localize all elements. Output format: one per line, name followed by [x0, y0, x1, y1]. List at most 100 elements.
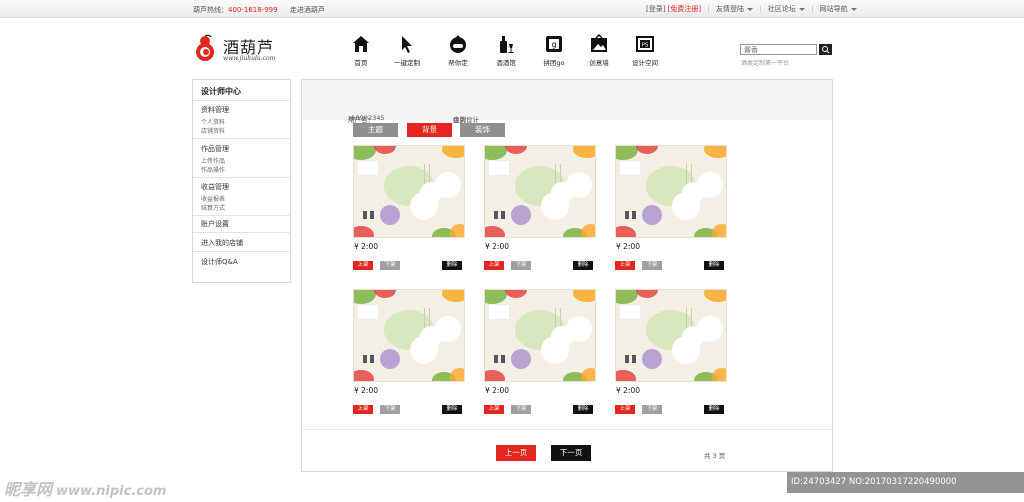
- list-button[interactable]: 上架: [484, 261, 504, 270]
- next-page-button[interactable]: 下一页: [551, 445, 591, 461]
- delete-button[interactable]: 删除: [442, 405, 462, 414]
- product-price: ¥ 2:00: [485, 386, 509, 395]
- username-value: zb0902345: [348, 114, 385, 122]
- svg-text:g: g: [551, 40, 556, 49]
- product-price: ¥ 2:00: [485, 242, 509, 251]
- delete-button[interactable]: 删除: [573, 261, 593, 270]
- unlist-button[interactable]: 下架: [380, 261, 400, 270]
- watermark-url: www.nipic.com: [56, 484, 167, 499]
- frame-icon: PS: [636, 36, 654, 52]
- sidebar-item-income-report[interactable]: 收益报表: [201, 194, 225, 203]
- product-card: ¥ 2:00 上架 下架 删除: [353, 289, 465, 414]
- delete-button[interactable]: 删除: [704, 261, 724, 270]
- divider: [302, 429, 832, 430]
- unlist-button[interactable]: 下架: [380, 405, 400, 414]
- brand-url: www.jiuhulu.com: [223, 55, 276, 62]
- nav-item-help[interactable]: 帮你定: [438, 34, 478, 67]
- hotline-number: 400-1618-999: [228, 6, 278, 14]
- chevron-down-icon: [747, 7, 753, 11]
- product-thumbnail[interactable]: [484, 289, 596, 382]
- divider: [193, 177, 290, 178]
- product-thumbnail[interactable]: [615, 289, 727, 382]
- divider: [193, 232, 290, 233]
- top-bar-left: 葫芦热线：400-1618-999 走进酒葫芦: [193, 5, 325, 15]
- search-input[interactable]: [740, 44, 817, 55]
- tab-background[interactable]: 背景: [407, 123, 452, 137]
- watermark-site: 昵享网: [4, 480, 53, 499]
- list-button[interactable]: 上架: [353, 405, 373, 414]
- about-link[interactable]: 走进酒葫芦: [290, 6, 325, 14]
- nav-label: 一键定制: [394, 59, 420, 67]
- product-thumbnail[interactable]: [484, 145, 596, 238]
- login-link[interactable]: [登录]: [646, 5, 665, 13]
- product-card: ¥ 2:00 上架 下架 删除: [615, 145, 727, 270]
- nav-item-space[interactable]: PS 设计空间: [625, 34, 665, 67]
- product-thumbnail[interactable]: [353, 145, 465, 238]
- nav-label: 帮你定: [448, 59, 468, 67]
- sidebar-item-qa[interactable]: 设计师Q&A: [201, 257, 238, 267]
- search-icon: [822, 46, 830, 54]
- nav-item-bar[interactable]: 酒酒馆: [486, 34, 526, 67]
- sidebar-item-my-shop[interactable]: 进入我的店铺: [201, 238, 243, 248]
- sidebar-group-income: 收益管理: [201, 183, 229, 191]
- divider: [193, 251, 290, 252]
- tab-theme[interactable]: 主题: [353, 123, 398, 137]
- delete-button[interactable]: 删除: [704, 405, 724, 414]
- nav-item-group[interactable]: g 拼团go: [534, 34, 574, 67]
- list-button[interactable]: 上架: [615, 405, 635, 414]
- sidebar-item-manage-works[interactable]: 作品操作: [201, 165, 225, 174]
- sidebar-item-settlement[interactable]: 结算方式: [201, 203, 225, 212]
- nav-item-custom[interactable]: 一键定制: [387, 34, 427, 67]
- product-card: ¥ 2:00 上架 下架 删除: [484, 289, 596, 414]
- nav-label: 拼团go: [543, 59, 565, 67]
- sidebar-item-account[interactable]: 账户设置: [201, 219, 229, 229]
- unlist-button[interactable]: 下架: [511, 405, 531, 414]
- nav-label: 设计空间: [632, 59, 658, 67]
- sidebar-item-personal[interactable]: 个人资料: [201, 117, 225, 126]
- bottle-icon: [500, 36, 514, 53]
- delete-button[interactable]: 删除: [442, 261, 462, 270]
- top-bar-right: [登录] [免费注册] | 友情登陆 | 社区论坛 | 网站导航: [646, 4, 857, 14]
- site-nav-menu[interactable]: 网站导航: [820, 5, 848, 13]
- chevron-down-icon: [798, 7, 805, 11]
- gourd-logo-icon: [196, 34, 214, 61]
- watermark-id: ID:24703427 NO:20170317220490000: [787, 472, 1024, 493]
- cursor-icon: [402, 36, 412, 53]
- list-button[interactable]: 上架: [615, 261, 635, 270]
- profile-info-bar: 用户名： zb0902345 级别： 金牌设计: [302, 80, 832, 124]
- nav-item-home[interactable]: 首页: [341, 34, 381, 67]
- group-icon: g: [546, 36, 562, 52]
- logo[interactable]: 酒葫芦 www.jiuhulu.com: [193, 34, 293, 66]
- sidebar-group-works: 作品管理: [201, 145, 229, 153]
- nav-label: 酒酒馆: [496, 59, 516, 67]
- sidebar-item-upload[interactable]: 上传作品: [201, 156, 225, 165]
- watermark-logo: 昵享网 www.nipic.com: [4, 476, 166, 500]
- tab-decoration[interactable]: 装饰: [460, 123, 505, 137]
- search-button[interactable]: [819, 44, 832, 55]
- headset-icon: [450, 35, 466, 53]
- sidebar: 设计师中心 资料管理 个人资料 店铺资料 作品管理 上传作品 作品操作 收益管理…: [192, 79, 291, 283]
- top-bar: 葫芦热线：400-1618-999 走进酒葫芦 [登录] [免费注册] | 友情…: [0, 0, 1024, 18]
- nav-label: 首页: [354, 59, 368, 67]
- unlist-button[interactable]: 下架: [642, 405, 662, 414]
- product-thumbnail[interactable]: [353, 289, 465, 382]
- svg-text:PS: PS: [642, 43, 649, 49]
- sidebar-title: 设计师中心: [201, 87, 241, 96]
- list-button[interactable]: 上架: [484, 405, 504, 414]
- product-price: ¥ 2:00: [616, 242, 640, 251]
- product-thumbnail[interactable]: [615, 145, 727, 238]
- unlist-button[interactable]: 下架: [511, 261, 531, 270]
- register-link[interactable]: [免费注册]: [668, 5, 701, 13]
- sidebar-item-shop-info[interactable]: 店铺资料: [201, 126, 225, 135]
- links-menu[interactable]: 友情登陆: [716, 5, 744, 13]
- forum-menu[interactable]: 社区论坛: [768, 5, 796, 13]
- list-button[interactable]: 上架: [353, 261, 373, 270]
- divider: [193, 215, 290, 216]
- chevron-down-icon: [850, 7, 857, 11]
- unlist-button[interactable]: 下架: [642, 261, 662, 270]
- nav-item-wall[interactable]: 创意墙: [579, 34, 619, 67]
- prev-page-button[interactable]: 上一页: [496, 445, 536, 461]
- product-price: ¥ 2:00: [616, 386, 640, 395]
- main-panel: 用户名： zb0902345 级别： 金牌设计 主题 背景 装饰 ¥ 2:00 上架下…: [301, 79, 833, 472]
- delete-button[interactable]: 删除: [573, 405, 593, 414]
